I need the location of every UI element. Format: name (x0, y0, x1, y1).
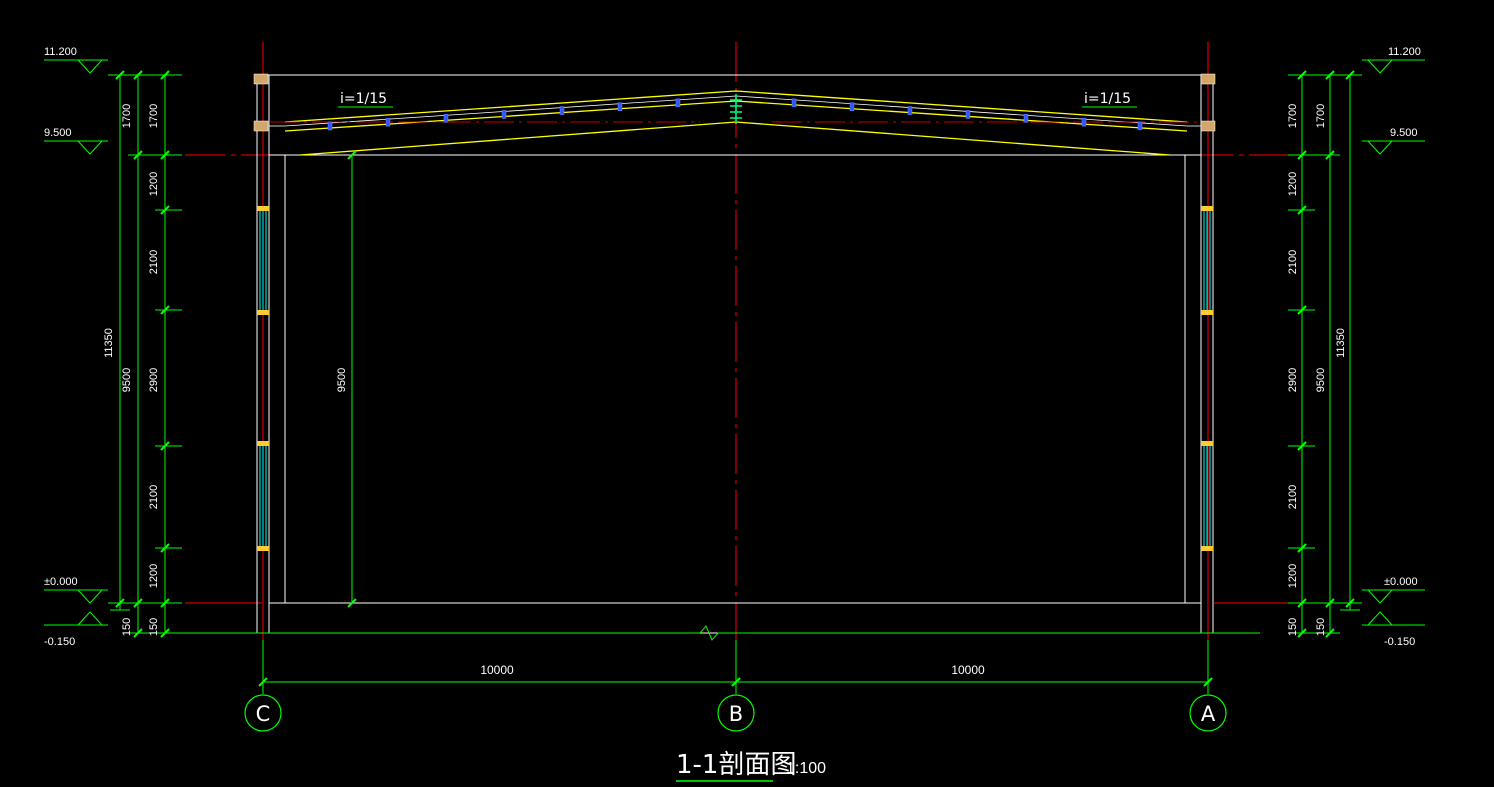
purlin-marker (1081, 117, 1087, 127)
purlin-marker (559, 106, 565, 115)
bottom-chord (299, 121, 1171, 156)
svg-text:11350: 11350 (103, 328, 115, 358)
svg-text:2100: 2100 (1287, 250, 1299, 274)
axis-label-b: B (729, 702, 743, 726)
purlin-marker (965, 110, 971, 119)
elev-base-left: -0.150 (44, 636, 75, 648)
elev-eave-right: 9.500 (1390, 127, 1418, 139)
elev-base-right: -0.150 (1384, 636, 1415, 648)
section-drawing: i=1/15 i=1/15 11.200 9.500 ±0.000 -0.150… (44, 42, 1425, 782)
purlins (327, 98, 1143, 131)
purlin-marker (617, 102, 623, 111)
svg-text:2900: 2900 (148, 368, 160, 392)
svg-text:1700: 1700 (121, 104, 133, 128)
left-dimensions (108, 74, 182, 634)
elev-top-left: 11.200 (44, 46, 77, 58)
bottom-dimensions (160, 625, 1260, 694)
right-elevation-symbols (1362, 59, 1425, 626)
slope-label-left: i=1/15 (340, 91, 387, 107)
elev-ground-left: ±0.000 (44, 576, 78, 588)
purlin-marker (791, 98, 797, 108)
right-dim-texts: 1700 1700 1200 2100 2900 2100 1200 150 1… (1287, 104, 1347, 636)
svg-text:9500: 9500 (1315, 368, 1327, 392)
elev-eave-left: 9.500 (44, 127, 72, 139)
drawing-title: 1-1剖面图 (676, 750, 796, 780)
svg-text:1200: 1200 (1287, 172, 1299, 196)
walls (255, 74, 1214, 634)
purlin-marker (675, 98, 681, 108)
svg-text:150: 150 (121, 618, 133, 636)
elev-top-right: 11.200 (1388, 46, 1421, 58)
purlin-marker (501, 110, 507, 119)
purlin-marker (443, 114, 449, 123)
axis-label-c: C (256, 702, 271, 726)
purlin-marker (327, 121, 333, 131)
svg-text:9500: 9500 (121, 368, 133, 392)
cad-drawing-canvas: i=1/15 i=1/15 11.200 9.500 ±0.000 -0.150… (0, 0, 1494, 787)
slope-label-right: i=1/15 (1084, 91, 1131, 107)
axis-lines (185, 42, 1290, 690)
span-right-text: 10000 (951, 663, 985, 677)
svg-text:1200: 1200 (148, 564, 160, 588)
interior-dimension (347, 150, 357, 608)
svg-text:150: 150 (1315, 618, 1327, 636)
purlin-marker (907, 106, 913, 115)
svg-text:1200: 1200 (148, 172, 160, 196)
purlin-marker (1137, 121, 1143, 131)
purlin-marker (1023, 114, 1029, 123)
left-elevation-symbols (44, 59, 108, 626)
cap-top-left (253, 73, 269, 85)
left-dim-ticks (115, 70, 170, 638)
windows (257, 206, 1213, 551)
span-left-text: 10000 (480, 663, 514, 677)
svg-text:2100: 2100 (148, 250, 160, 274)
purlin-marker (849, 102, 855, 111)
ridge-marker (730, 94, 742, 124)
cap-top-right (1200, 73, 1216, 85)
axis-label-a: A (1201, 702, 1216, 726)
drawing-scale: 1:100 (786, 760, 826, 777)
svg-text:2100: 2100 (148, 485, 160, 509)
svg-text:11350: 11350 (1335, 328, 1347, 358)
svg-text:1700: 1700 (1287, 104, 1299, 128)
cap-eave-right (1200, 120, 1216, 132)
cap-eave-left (253, 120, 269, 132)
interior-dim-text: 9500 (336, 368, 348, 392)
elev-ground-right: ±0.000 (1384, 576, 1418, 588)
svg-text:2100: 2100 (1287, 485, 1299, 509)
left-dim-texts: 1700 1700 1200 2100 2900 2100 1200 150 1… (103, 104, 160, 636)
svg-text:2900: 2900 (1287, 368, 1299, 392)
svg-text:1700: 1700 (1315, 104, 1327, 128)
purlin-marker (385, 117, 391, 127)
svg-text:1200: 1200 (1287, 564, 1299, 588)
svg-text:1700: 1700 (148, 104, 160, 128)
svg-text:150: 150 (148, 618, 160, 636)
svg-text:150: 150 (1287, 618, 1299, 636)
